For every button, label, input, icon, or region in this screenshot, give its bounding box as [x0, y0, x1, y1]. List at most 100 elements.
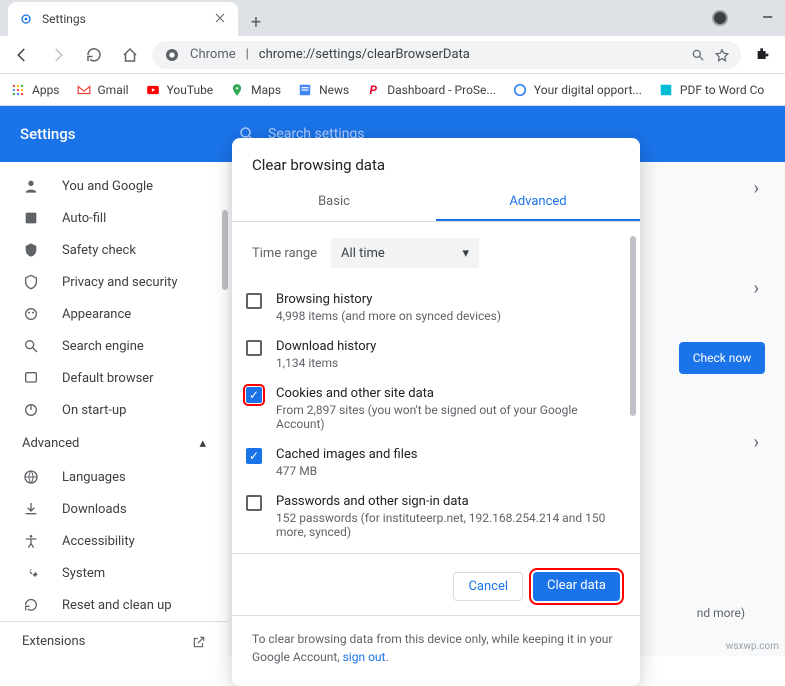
url-text: chrome://settings/clearBrowserData [259, 47, 470, 62]
bookmark-news[interactable]: News [297, 82, 349, 98]
browser-toolbar: Chrome | chrome://settings/clearBrowserD… [0, 36, 785, 74]
item-subtitle: 477 MB [276, 464, 417, 478]
item-subtitle: 1,134 items [276, 356, 376, 370]
time-range-select[interactable]: All time ▾ [331, 238, 479, 268]
tab-advanced[interactable]: Advanced [436, 184, 640, 221]
tab-basic[interactable]: Basic [232, 184, 436, 221]
sign-out-link[interactable]: sign out [343, 650, 386, 664]
check-now-button[interactable]: Check now [679, 342, 765, 374]
globe-icon [22, 468, 40, 486]
clear-item-0[interactable]: Browsing history4,998 items (and more on… [246, 284, 620, 331]
time-range-row: Time range All time ▾ [232, 222, 640, 284]
checkbox[interactable] [246, 293, 262, 309]
chevron-right-icon[interactable]: › [754, 278, 759, 299]
bookmark-dashboard[interactable]: PDashboard - ProSe... [365, 82, 496, 98]
tab-title: Settings [42, 12, 206, 26]
item-title: Cached images and files [276, 447, 417, 462]
checkbox[interactable] [246, 495, 262, 511]
close-icon[interactable] [214, 12, 228, 26]
gmail-icon [76, 82, 92, 98]
sidebar-item-accessibility[interactable]: Accessibility [0, 525, 228, 557]
person-icon [22, 177, 40, 195]
privacy-icon [22, 273, 40, 291]
sidebar-item-languages[interactable]: Languages [0, 461, 228, 493]
chevron-down-icon: ▾ [463, 246, 470, 261]
clear-item-4[interactable]: Passwords and other sign-in data152 pass… [246, 486, 620, 547]
sidebar-item-appearance[interactable]: Appearance [0, 298, 228, 330]
pinterest-icon: P [365, 82, 381, 98]
sidebar-item-safety[interactable]: Safety check [0, 234, 228, 266]
bookmark-pdf[interactable]: PDF to Word Co [658, 82, 764, 98]
sidebar-advanced-toggle[interactable]: Advanced▴ [0, 426, 228, 461]
dialog-footnote: To clear browsing data from this device … [232, 615, 640, 666]
sidebar-item-privacy[interactable]: Privacy and security [0, 266, 228, 298]
sidebar-item-default[interactable]: Default browser [0, 362, 228, 394]
watermark: wsxwp.com [726, 641, 779, 652]
external-link-icon [192, 635, 206, 649]
sidebar-item-autofill[interactable]: Auto-fill [0, 202, 228, 234]
browser-tab[interactable]: Settings [8, 2, 238, 36]
item-title: Passwords and other sign-in data [276, 494, 620, 509]
reload-button[interactable] [80, 41, 108, 69]
clear-browsing-data-dialog: Clear browsing data Basic Advanced Time … [232, 138, 640, 686]
forward-button[interactable] [44, 41, 72, 69]
clear-item-3[interactable]: ✓ Cached images and files 477 MB [246, 439, 620, 486]
page-title: Settings [20, 125, 238, 143]
youtube-icon [145, 82, 161, 98]
google-icon [512, 82, 528, 98]
extension-icon[interactable] [749, 41, 777, 69]
address-bar[interactable]: Chrome | chrome://settings/clearBrowserD… [152, 41, 741, 69]
minimize-button[interactable]: — [762, 10, 773, 26]
chevron-right-icon[interactable]: › [754, 432, 759, 453]
wrench-icon [22, 564, 40, 582]
bookmark-gmail[interactable]: Gmail [76, 82, 129, 98]
appearance-icon [22, 305, 40, 323]
profile-avatar[interactable] [712, 10, 728, 26]
sidebar-item-reset[interactable]: Reset and clean up [0, 589, 228, 621]
clear-item-2[interactable]: ✓ Cookies and other site data From 2,897 s… [246, 378, 620, 439]
checkbox[interactable] [246, 340, 262, 356]
chevron-right-icon[interactable]: › [754, 178, 759, 199]
url-prefix: Chrome [190, 47, 236, 62]
time-range-label: Time range [252, 246, 317, 261]
star-icon[interactable] [715, 48, 729, 62]
back-button[interactable] [8, 41, 36, 69]
autofill-icon [22, 209, 40, 227]
checkbox[interactable]: ✓ [246, 387, 262, 403]
bookmark-digital[interactable]: Your digital opport... [512, 82, 642, 98]
clear-data-items: Browsing history4,998 items (and more on… [232, 284, 640, 547]
new-tab-button[interactable]: + [242, 8, 270, 36]
item-title: Browsing history [276, 292, 501, 307]
truncated-text: nd more) [697, 606, 745, 620]
default-browser-icon [22, 369, 40, 387]
sidebar-item-you[interactable]: You and Google [0, 170, 228, 202]
sidebar-item-downloads[interactable]: Downloads [0, 493, 228, 525]
window-titlebar: Settings + — [0, 0, 785, 36]
sidebar-scrollbar[interactable] [222, 210, 228, 290]
download-icon [22, 500, 40, 518]
pdf-icon [658, 82, 674, 98]
window-controls: — [712, 0, 785, 36]
clear-item-1[interactable]: Download history1,134 items [246, 331, 620, 378]
safety-icon [22, 241, 40, 259]
maps-icon [229, 82, 245, 98]
checkbox[interactable]: ✓ [246, 448, 262, 464]
sidebar-item-search[interactable]: Search engine [0, 330, 228, 362]
bookmark-maps[interactable]: Maps [229, 82, 281, 98]
sidebar-item-system[interactable]: System [0, 557, 228, 589]
item-title: Cookies and other site data [276, 386, 620, 401]
cancel-button[interactable]: Cancel [453, 572, 523, 601]
apps-icon [10, 82, 26, 98]
search-icon[interactable] [691, 48, 705, 62]
dialog-tabs: Basic Advanced [232, 184, 640, 222]
dialog-scrollbar[interactable] [630, 236, 636, 416]
sidebar-item-startup[interactable]: On start-up [0, 394, 228, 426]
bookmark-apps[interactable]: Apps [10, 82, 60, 98]
reset-icon [22, 596, 40, 614]
sidebar-item-extensions[interactable]: Extensions [0, 621, 228, 661]
item-subtitle: From 2,897 sites (you won't be signed ou… [276, 403, 620, 431]
home-button[interactable] [116, 41, 144, 69]
dialog-buttons: Cancel Clear data [232, 553, 640, 601]
bookmark-youtube[interactable]: YouTube [145, 82, 214, 98]
clear-data-button[interactable]: Clear data [533, 572, 620, 601]
